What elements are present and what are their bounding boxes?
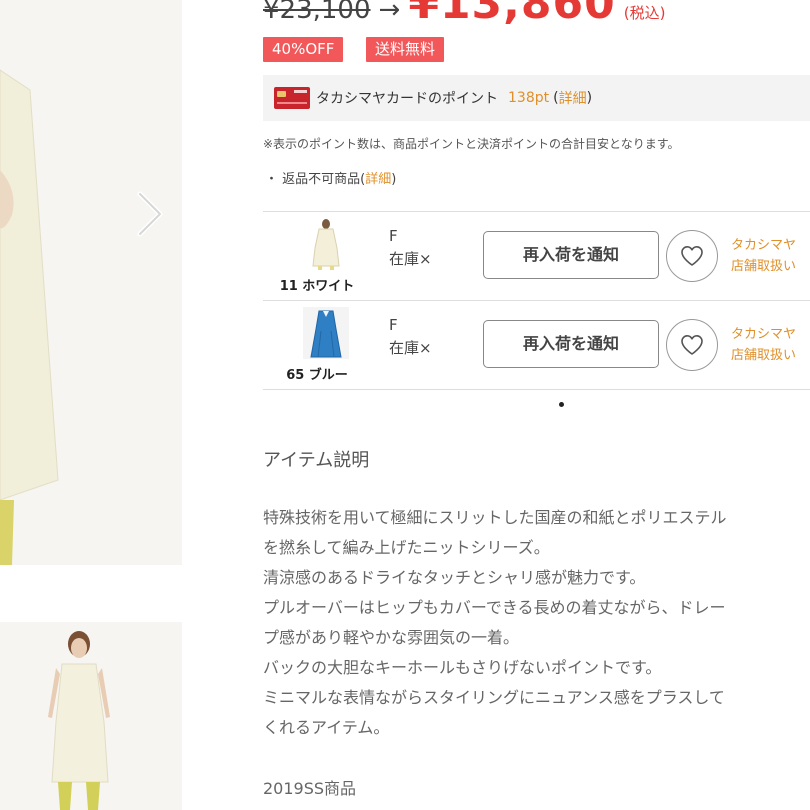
return-policy-detail-link[interactable]: 詳細 — [365, 172, 391, 187]
description-line: プ感があり軽やかな雰囲気の一着。 — [263, 628, 520, 647]
variation-stock: 在庫× — [389, 250, 432, 268]
credit-card-icon — [274, 87, 310, 109]
card-points-bar: タカシマヤカードのポイント 138pt (詳細) — [263, 75, 810, 121]
carousel-dot — [559, 402, 564, 407]
detail-close-paren: ) — [391, 172, 397, 187]
description-line: 清涼感のあるドライなタッチとシャリ感が魅力です。 — [263, 568, 646, 587]
thumbnail-image[interactable] — [0, 622, 182, 810]
variation-color-label: 65 ブルー — [286, 368, 348, 383]
card-points-label: タカシマヤカードのポイント — [316, 91, 498, 107]
main-product-image[interactable] — [0, 0, 182, 565]
description-line: 特殊技術を用いて極細にスリットした国産の和紙とポリエステル — [263, 508, 727, 527]
store-availability-link[interactable]: タカシマヤ 店舗取扱い — [731, 324, 796, 366]
variation-size-stock: F 在庫× — [389, 225, 432, 271]
price-row: ¥23,100 → ¥13,860 (税込) — [263, 0, 666, 29]
sale-price: ¥13,860 — [408, 0, 616, 29]
store-availability-link[interactable]: タカシマヤ 店舗取扱い — [731, 235, 796, 277]
blue-dress-thumbnail — [303, 307, 349, 359]
tax-included-label: (税込) — [623, 4, 666, 22]
description-line: ミニマルな表情ながらスタイリングにニュアンス感をプラスして — [263, 688, 725, 707]
variation-size: F — [389, 316, 398, 334]
variation-row: 65 ブルー F 在庫× 再入荷を通知 タカシマヤ 店舗取扱い — [263, 300, 810, 390]
heart-icon — [681, 335, 703, 355]
chevron-right-icon — [137, 191, 163, 237]
store-link-line2: 店舗取扱い — [731, 348, 797, 363]
discount-badge: 40%OFF — [263, 37, 344, 62]
variation-size: F — [389, 227, 398, 245]
notify-restock-button[interactable]: 再入荷を通知 — [483, 231, 659, 279]
model-dress-photo — [0, 0, 182, 565]
free-shipping-badge: 送料無料 — [366, 37, 445, 62]
card-points-value: 138pt — [508, 90, 550, 106]
item-description-title: アイテム説明 — [263, 450, 370, 471]
variation-stock: 在庫× — [389, 339, 432, 357]
season-label: 2019SS商品 — [263, 779, 357, 798]
points-note: ※表示のポイント数は、商品ポイントと決済ポイントの合計目安となります。 — [263, 137, 680, 151]
description-line: バックの大胆なキーホールもさりげないポイントです。 — [263, 658, 662, 677]
model-thumbnail-photo — [0, 622, 182, 810]
description-line: プルオーバーはヒップもカバーできる長めの着丈ながら、ドレー — [263, 598, 726, 617]
color-swatch-white[interactable] — [303, 218, 349, 270]
return-policy-note: ・ 返品不可商品(詳細) — [265, 168, 396, 187]
store-link-line1: タカシマヤ — [731, 327, 797, 342]
card-points-detail-link[interactable]: 詳細 — [559, 88, 587, 108]
heart-icon — [681, 246, 703, 266]
price-arrow: → — [378, 0, 401, 25]
favorite-button[interactable] — [666, 319, 718, 371]
notify-restock-button[interactable]: 再入荷を通知 — [483, 320, 659, 368]
variation-row: 11 ホワイト F 在庫× 再入荷を通知 タカシマヤ 店舗取扱い — [263, 211, 810, 300]
color-swatch-blue[interactable] — [303, 307, 349, 359]
next-image-button[interactable] — [128, 188, 172, 240]
item-description-body: 特殊技術を用いて極細にスリットした国産の和紙とポリエステル を撚糸して編み上げた… — [263, 503, 808, 743]
store-link-line2: 店舗取扱い — [731, 259, 797, 274]
detail-close-paren: ) — [586, 90, 593, 106]
white-dress-thumbnail — [312, 219, 340, 270]
bullet: ・ — [265, 172, 279, 187]
favorite-button[interactable] — [666, 230, 718, 282]
variation-size-stock: F 在庫× — [389, 314, 432, 360]
description-line: くれるアイテム。 — [263, 718, 390, 737]
variation-color-label: 11 ホワイト — [279, 279, 355, 294]
original-price: ¥23,100 — [263, 0, 371, 25]
description-line: を撚糸して編み上げたニットシリーズ。 — [263, 538, 550, 557]
return-policy-label: 返品不可商品 — [282, 172, 361, 187]
store-link-line1: タカシマヤ — [731, 238, 797, 253]
